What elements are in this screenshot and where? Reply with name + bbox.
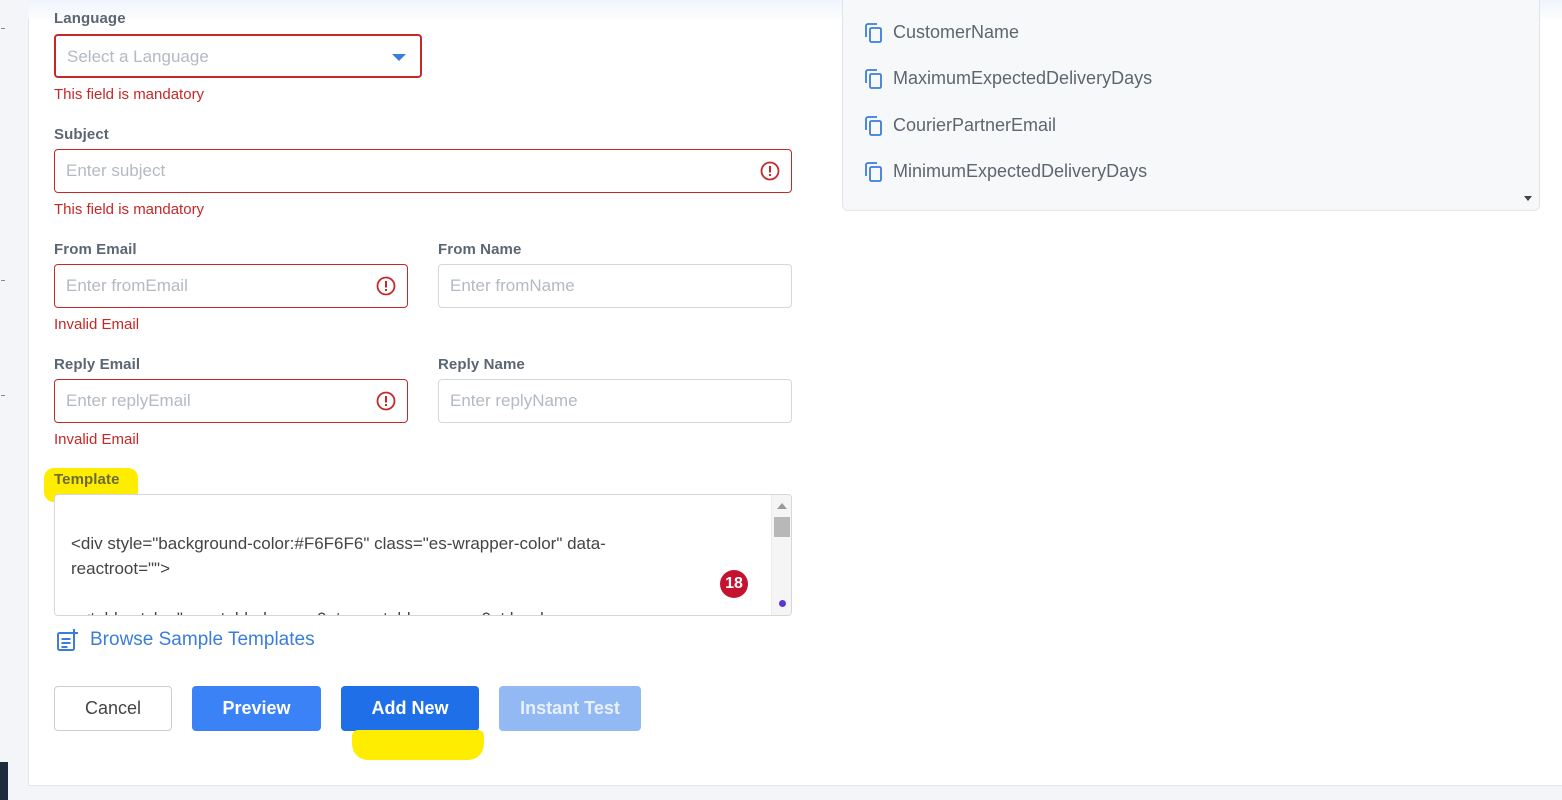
copy-icon[interactable] — [865, 22, 883, 43]
from-email-input[interactable]: Enter fromEmail — [54, 264, 408, 308]
alert-circle-icon — [376, 391, 396, 411]
reply-name-placeholder: Enter replyName — [450, 391, 578, 410]
left-rail — [0, 0, 8, 800]
variable-name: MinimumExpectedDeliveryDays — [893, 161, 1148, 181]
from-name-label: From Name — [438, 241, 522, 258]
add-new-button[interactable]: Add New — [341, 686, 479, 731]
preview-button[interactable]: Preview — [192, 686, 321, 731]
add-new-highlight — [352, 730, 484, 760]
variable-item[interactable]: CourierPartnerEmail — [865, 115, 1056, 136]
from-name-input[interactable]: Enter fromName — [438, 264, 792, 308]
rail-tick — [1, 28, 5, 29]
subject-label: Subject — [54, 126, 109, 143]
notification-badge: 18 — [720, 570, 748, 598]
template-content[interactable]: <div style="background-color:#F6F6F6" cl… — [71, 531, 761, 615]
variable-item[interactable]: MaximumExpectedDeliveryDays — [865, 68, 1152, 89]
resize-dot-icon — [779, 600, 786, 607]
variables-scrollbar[interactable] — [1517, 0, 1539, 211]
template-editor[interactable]: <div style="background-color:#F6F6F6" cl… — [54, 494, 792, 616]
from-email-placeholder: Enter fromEmail — [66, 276, 188, 295]
language-select[interactable]: Select a Language — [54, 34, 422, 78]
template-label: Template — [54, 471, 120, 488]
scroll-down-icon[interactable] — [1524, 196, 1532, 201]
reply-email-input[interactable]: Enter replyEmail — [54, 379, 408, 423]
reply-name-label: Reply Name — [438, 356, 525, 373]
variable-name: CourierPartnerEmail — [893, 115, 1057, 135]
scroll-up-icon[interactable] — [777, 503, 787, 509]
copy-icon[interactable] — [865, 161, 883, 182]
copy-icon[interactable] — [865, 115, 883, 136]
subject-error: This field is mandatory — [54, 201, 205, 218]
variable-item[interactable]: CustomerName — [865, 22, 1019, 43]
variable-name: MaximumExpectedDeliveryDays — [893, 68, 1153, 88]
subject-placeholder: Enter subject — [66, 161, 166, 180]
variables-list: CustomerName MaximumExpectedDeliveryDays… — [842, 0, 1540, 211]
rail-tick — [1, 395, 5, 396]
scroll-thumb[interactable] — [774, 517, 790, 537]
template-scrollbar[interactable] — [771, 495, 791, 615]
reply-name-input[interactable]: Enter replyName — [438, 379, 792, 423]
reply-email-error: Invalid Email — [54, 431, 140, 448]
instant-test-button[interactable]: Instant Test — [499, 686, 641, 731]
alert-circle-icon — [376, 276, 396, 296]
from-email-error: Invalid Email — [54, 316, 140, 333]
language-error: This field is mandatory — [54, 86, 205, 103]
chevron-down-icon — [392, 54, 406, 61]
variable-name: CustomerName — [893, 22, 1020, 42]
from-name-placeholder: Enter fromName — [450, 276, 575, 295]
subject-input[interactable]: Enter subject — [54, 149, 792, 193]
rail-tick — [1, 280, 5, 281]
copy-icon[interactable] — [865, 68, 883, 89]
language-placeholder: Select a Language — [67, 47, 209, 66]
reply-email-label: Reply Email — [54, 356, 141, 373]
browse-templates-label: Browse Sample Templates — [90, 629, 315, 650]
variable-item[interactable]: MinimumExpectedDeliveryDays — [865, 161, 1147, 182]
cancel-button[interactable]: Cancel — [54, 686, 172, 731]
rail-footer — [0, 762, 8, 800]
template-add-icon — [57, 629, 78, 651]
language-label: Language — [54, 10, 126, 27]
browse-templates-link[interactable]: Browse Sample Templates — [56, 628, 315, 652]
from-email-label: From Email — [54, 241, 137, 258]
alert-circle-icon — [760, 161, 780, 181]
reply-email-placeholder: Enter replyEmail — [66, 391, 191, 410]
